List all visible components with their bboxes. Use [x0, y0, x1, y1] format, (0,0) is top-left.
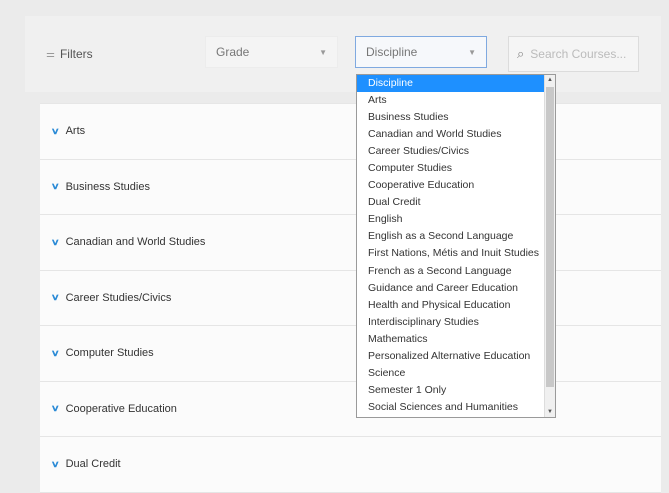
chevron-down-icon: ∨	[50, 236, 60, 247]
dropdown-option[interactable]: Mathematics	[357, 331, 555, 348]
chevron-down-icon: ∨	[50, 347, 60, 358]
dropdown-option[interactable]: Dual Credit	[357, 194, 555, 211]
dropdown-option[interactable]: Discipline	[357, 75, 555, 93]
scroll-thumb[interactable]	[546, 87, 554, 387]
sliders-icon: ⚌	[46, 48, 55, 60]
dropdown-option[interactable]: English as a Second Language	[357, 228, 555, 245]
discipline-dropdown-list[interactable]: Discipline Arts Business Studies Canadian a…	[356, 74, 556, 418]
course-category-row[interactable]: ∨ Canadian and World Studies	[40, 215, 661, 271]
scroll-down-icon[interactable]: ▼	[546, 409, 554, 415]
filters-text: Filters	[59, 47, 93, 61]
dropdown-option[interactable]: Interdisciplinary Studies	[357, 314, 555, 331]
course-category-row[interactable]: ∨ Career Studies/Civics	[40, 270, 661, 326]
dropdown-scrollbar[interactable]: ▲ ▼	[544, 75, 555, 417]
course-category-row[interactable]: ∨ Business Studies	[40, 159, 661, 215]
chevron-down-icon: ∨	[50, 458, 60, 469]
course-list: ∨ Arts ∨ Business Studies ∨ Canadian and Worl…	[40, 103, 661, 493]
dropdown-option[interactable]: Canadian and World Studies	[357, 126, 555, 143]
chevron-down-icon: ∨	[50, 292, 60, 303]
course-category-label: Canadian and World Studies	[65, 236, 206, 249]
dropdown-option[interactable]: Health and Physical Education	[357, 297, 555, 314]
dropdown-option[interactable]: Computer Studies	[357, 160, 555, 177]
chevron-down-icon: ∨	[50, 181, 60, 192]
chevron-down-icon: ∨	[50, 125, 60, 136]
course-category-row[interactable]: ∨ Cooperative Education	[40, 381, 661, 437]
filter-bar: ⚌ Filters Grade ▼ Discipline ▼ ⌕ Search …	[25, 16, 661, 92]
course-category-label: Dual Credit	[65, 458, 121, 471]
course-category-row[interactable]: ∨ Arts	[40, 104, 661, 160]
dropdown-option[interactable]: Semester 1 Only	[357, 382, 555, 399]
search-placeholder: Search Courses...	[530, 47, 627, 61]
dropdown-option[interactable]: Science	[357, 365, 555, 382]
dropdown-option[interactable]: Business Studies	[357, 109, 555, 126]
search-icon: ⌕	[517, 46, 525, 61]
grade-select-value: Grade	[216, 45, 250, 59]
dropdown-option[interactable]: Cooperative Education	[357, 177, 555, 194]
chevron-down-icon: ▼	[319, 47, 327, 57]
course-category-label: Arts	[65, 125, 86, 138]
grade-select[interactable]: Grade ▼	[205, 36, 338, 68]
scroll-up-icon[interactable]: ▲	[546, 77, 554, 83]
dropdown-option[interactable]: Personalized Alternative Education	[357, 348, 555, 365]
dropdown-option[interactable]: First Nations, Métis and Inuit Studies	[357, 245, 555, 262]
course-category-label: Cooperative Education	[65, 402, 177, 415]
dropdown-option[interactable]: Career Studies/Civics	[357, 143, 555, 160]
course-category-row[interactable]: ∨ Computer Studies	[40, 326, 661, 382]
course-category-label: Business Studies	[65, 180, 150, 193]
course-category-label: Computer Studies	[65, 347, 154, 360]
dropdown-option[interactable]: Social Sciences and Humanities	[357, 399, 555, 416]
chevron-down-icon: ▼	[468, 47, 476, 57]
dropdown-option[interactable]: Guidance and Career Education	[357, 280, 555, 297]
search-input[interactable]: ⌕ Search Courses...	[508, 36, 639, 72]
course-category-row[interactable]: ∨ Dual Credit	[40, 437, 661, 493]
course-category-label: Career Studies/Civics	[65, 291, 172, 304]
filters-label: ⚌ Filters	[46, 47, 93, 61]
discipline-select-value: Discipline	[366, 45, 418, 59]
chevron-down-icon: ∨	[50, 403, 60, 414]
dropdown-option[interactable]: English	[357, 211, 555, 228]
dropdown-option[interactable]: French as a Second Language	[357, 263, 555, 280]
dropdown-option[interactable]: Arts	[357, 92, 555, 109]
discipline-select[interactable]: Discipline ▼	[355, 36, 487, 68]
